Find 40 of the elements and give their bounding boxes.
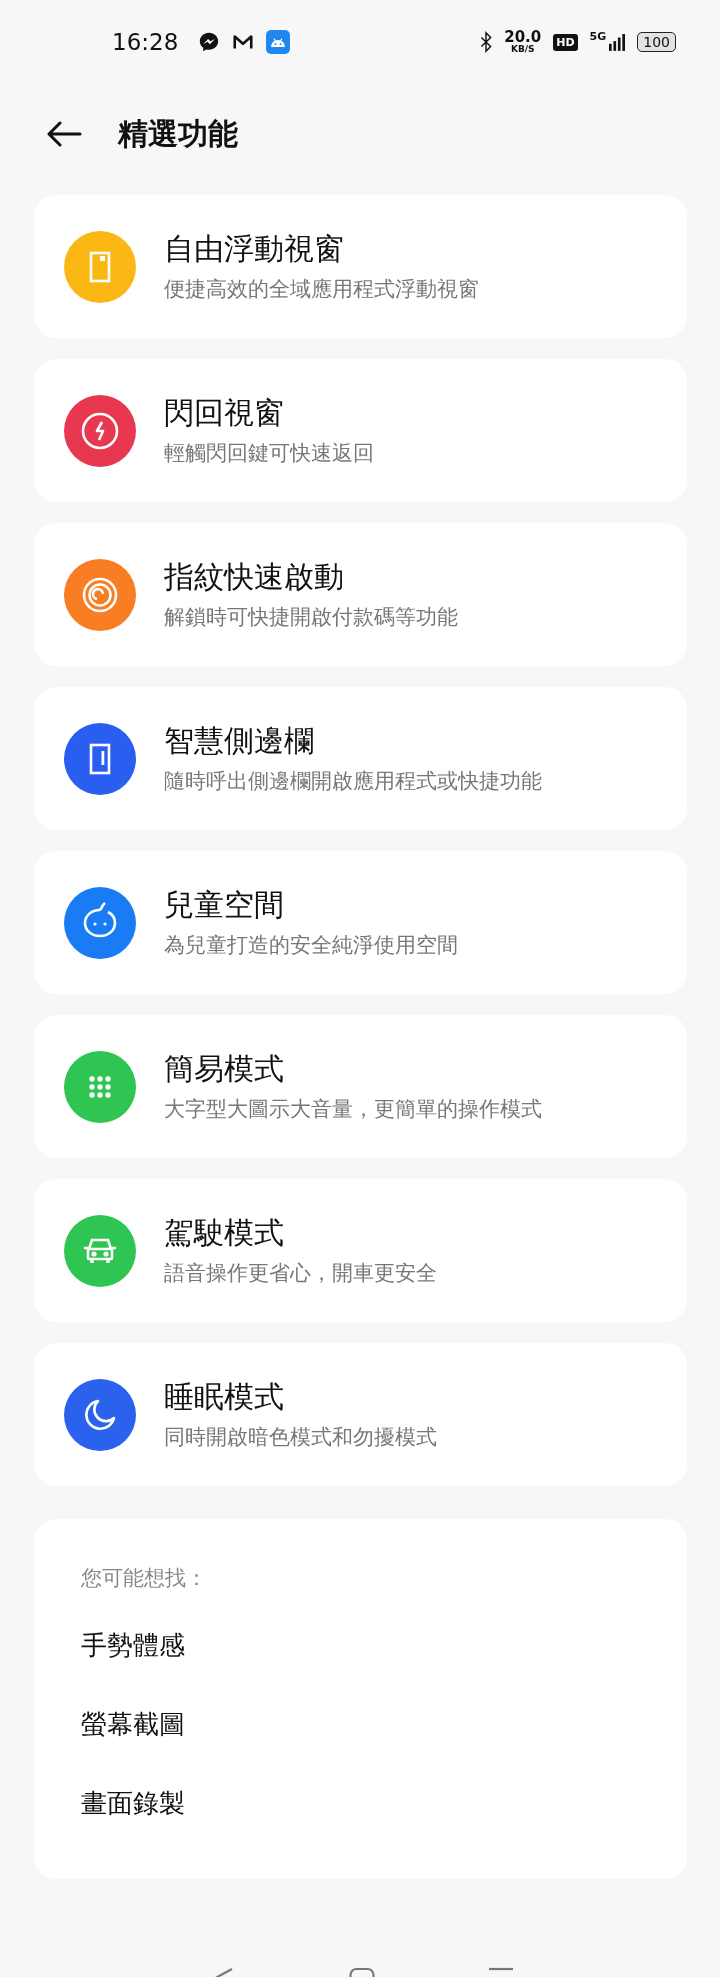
suggestions-label: 您可能想找： [81,1565,207,1592]
messenger-icon [198,31,221,53]
back-arrow-icon[interactable] [46,121,82,147]
feature-card[interactable]: 智慧側邊欄 隨時呼出側邊欄開啟應用程式或快捷功能 [34,687,687,830]
speed-unit: KB/S [510,45,535,54]
feature-title: 閃回視窗 [164,394,285,431]
feature-card[interactable]: 駕駛模式 語音操作更省心，開車更安全 [34,1179,687,1322]
feature-description: 解鎖時可快捷開啟付款碼等功能 [164,603,458,631]
suggestion-item[interactable]: 手勢體感 [81,1627,185,1663]
page-title: 精選功能 [118,114,238,153]
status-time: 16:28 [112,29,179,55]
feature-card[interactable]: 簡易模式 大字型大圖示大音量，更簡單的操作模式 [34,1015,687,1158]
network-label: 5G [589,30,607,43]
feature-title: 簡易模式 [164,1050,285,1087]
feature-description: 輕觸閃回鍵可快速返回 [164,439,374,467]
feature-title: 智慧側邊欄 [164,722,315,759]
feature-title: 自由浮動視窗 [164,230,345,267]
suggestion-item[interactable]: 畫面錄製 [81,1785,185,1821]
feature-card[interactable]: 睡眠模式 同時開啟暗色模式和勿擾模式 [34,1343,687,1486]
feature-description: 語音操作更省心，開車更安全 [164,1259,437,1287]
feature-description: 同時開啟暗色模式和勿擾模式 [164,1423,437,1451]
android-icon [266,30,291,54]
hd-badge: HD [553,33,578,51]
feature-description: 為兒童打造的安全純淨使用空間 [164,931,458,959]
signal-icon [609,32,626,52]
feature-card[interactable]: 閃回視窗 輕觸閃回鍵可快速返回 [34,359,687,502]
bluetooth-icon [480,31,493,53]
feature-card[interactable]: 指紋快速啟動 解鎖時可快捷開啟付款碼等功能 [34,523,687,666]
feature-title: 指紋快速啟動 [164,558,345,595]
feature-description: 大字型大圖示大音量，更簡單的操作模式 [164,1095,542,1123]
feature-card[interactable]: 自由浮動視窗 便捷高效的全域應用程式浮動視窗 [34,195,687,338]
feature-description: 隨時呼出側邊欄開啟應用程式或快捷功能 [164,767,542,795]
feature-description: 便捷高效的全域應用程式浮動視窗 [164,275,479,303]
speed-value: 20.0 [504,30,542,45]
feature-title: 睡眠模式 [164,1378,285,1415]
feature-title: 兒童空間 [164,886,285,923]
feature-title: 駕駛模式 [164,1214,285,1251]
suggestion-item[interactable]: 螢幕截圖 [81,1706,185,1742]
battery-indicator: 100 [637,32,676,52]
feature-card[interactable]: 兒童空間 為兒童打造的安全純淨使用空間 [34,851,687,994]
